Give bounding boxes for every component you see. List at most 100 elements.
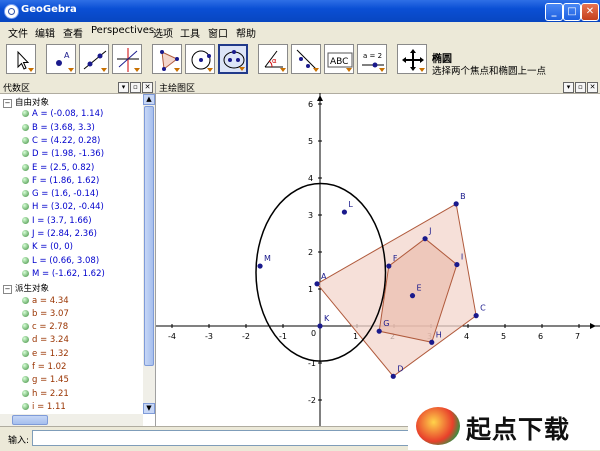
tree-header-dependent[interactable]: − 派生对象: [3, 282, 49, 295]
visible-toggle-icon[interactable]: [22, 323, 29, 331]
dependent-object-item-label: d = 3.24: [32, 335, 69, 346]
graphics-view[interactable]: 主绘图区 ▾ ▫ ✕ -4-3-2-11234567654321-1-20ABC…: [156, 81, 600, 426]
free-object-item[interactable]: E = (2.5, 0.82): [22, 163, 94, 176]
graphics-canvas[interactable]: -4-3-2-11234567654321-1-20ABCDEFGHIJKLM: [156, 93, 600, 426]
free-object-item[interactable]: D = (1.98, -1.36): [22, 149, 104, 162]
menu-help[interactable]: 帮助: [236, 25, 256, 40]
visible-toggle-icon[interactable]: [22, 190, 29, 198]
algebra-vertical-scrollbar[interactable]: ▲ ▼: [143, 94, 155, 414]
panel-close-icon[interactable]: ✕: [142, 82, 153, 93]
move-view-tool-button[interactable]: [397, 44, 427, 74]
point-M: [257, 263, 263, 269]
visible-toggle-icon[interactable]: [22, 216, 29, 224]
tree-header-dependent-label: 派生对象: [15, 284, 50, 295]
collapse-icon[interactable]: −: [3, 99, 12, 108]
graphics-menu-icon[interactable]: ▾: [563, 82, 574, 93]
visible-toggle-icon[interactable]: [22, 123, 29, 131]
dependent-object-item[interactable]: e = 1.32: [22, 349, 69, 362]
input-field[interactable]: [32, 430, 412, 446]
algebra-horizontal-scrollbar[interactable]: [0, 414, 143, 426]
free-object-item[interactable]: F = (1.86, 1.62): [22, 176, 99, 189]
point-C: [473, 313, 479, 319]
menu-window[interactable]: 窗口: [208, 25, 228, 40]
y-tick-label: 4: [308, 174, 313, 183]
menu-tools[interactable]: 工具: [180, 25, 200, 40]
free-object-item[interactable]: G = (1.6, -0.14): [22, 189, 99, 202]
free-object-item-label: I = (3.7, 1.66): [32, 215, 92, 226]
reflect-tool-button[interactable]: [291, 44, 321, 74]
visible-toggle-icon[interactable]: [22, 363, 29, 370]
collapse-icon[interactable]: −: [3, 285, 12, 295]
dependent-object-item[interactable]: h = 2.21: [22, 389, 69, 402]
point-B: [453, 201, 459, 207]
scroll-up-icon[interactable]: ▲: [143, 94, 155, 105]
dependent-object-item[interactable]: f = 1.02: [22, 362, 66, 375]
perpendicular-tool-button[interactable]: [112, 44, 142, 74]
visible-toggle-icon[interactable]: [22, 110, 29, 118]
visible-toggle-icon[interactable]: [22, 243, 29, 251]
tree-header-free[interactable]: − 自由对象: [3, 96, 49, 109]
free-object-item[interactable]: H = (3.02, -0.44): [22, 202, 104, 215]
dependent-object-item[interactable]: c = 2.78: [22, 322, 68, 335]
visible-toggle-icon[interactable]: [22, 269, 29, 277]
tool-help-description: 选择两个焦点和椭圆上一点: [432, 66, 547, 77]
hscroll-thumb[interactable]: [12, 415, 48, 425]
dependent-object-item[interactable]: d = 3.24: [22, 335, 69, 348]
slider-tool-label: a = 2: [363, 52, 382, 60]
graphics-close-icon[interactable]: ✕: [587, 82, 598, 93]
free-object-item[interactable]: I = (3.7, 1.66): [22, 216, 92, 229]
menu-file[interactable]: 文件: [8, 25, 28, 40]
slider-tool-button[interactable]: a = 2: [357, 44, 387, 74]
menu-perspectives[interactable]: Perspectives: [91, 25, 154, 36]
visible-toggle-icon[interactable]: [22, 389, 29, 397]
free-object-item[interactable]: C = (4.22, 0.28): [22, 136, 100, 149]
free-object-item[interactable]: M = (-1.62, 1.62): [22, 269, 105, 282]
dependent-object-item[interactable]: g = 1.45: [22, 375, 69, 388]
scroll-down-icon[interactable]: ▼: [143, 403, 155, 414]
visible-toggle-icon[interactable]: [22, 376, 29, 384]
visible-toggle-icon[interactable]: [22, 176, 29, 184]
visible-toggle-icon[interactable]: [22, 163, 29, 171]
dependent-object-item-label: g = 1.45: [32, 375, 69, 386]
point-label-D: D: [397, 364, 403, 373]
free-object-item-label: J = (2.84, 2.36): [32, 229, 97, 239]
menu-options[interactable]: 选项: [153, 25, 173, 40]
menu-edit[interactable]: 编辑: [35, 25, 55, 40]
visible-toggle-icon[interactable]: [22, 136, 29, 144]
ellipse-tool-button[interactable]: [218, 44, 248, 74]
graphics-detach-icon[interactable]: ▫: [575, 82, 586, 93]
visible-toggle-icon[interactable]: [22, 349, 29, 357]
polygon-tool-button[interactable]: [152, 44, 182, 74]
panel-detach-icon[interactable]: ▫: [130, 82, 141, 93]
dependent-object-item[interactable]: b = 3.07: [22, 309, 69, 322]
y-tick-label: 2: [308, 248, 313, 257]
visible-toggle-icon[interactable]: [22, 402, 29, 410]
free-object-item[interactable]: K = (0, 0): [22, 242, 73, 255]
dependent-object-item[interactable]: a = 4.34: [22, 296, 69, 309]
algebra-view: 代数区 ▾ ▫ ✕ − 自由对象 A = (-0.08, 1.14) B = (3.6…: [0, 81, 156, 426]
move-tool-button[interactable]: [6, 44, 36, 74]
minimize-button[interactable]: _: [545, 3, 563, 21]
visible-toggle-icon[interactable]: [22, 336, 29, 344]
visible-toggle-icon[interactable]: [22, 309, 29, 317]
angle-tool-button[interactable]: α: [258, 44, 288, 74]
panel-menu-icon[interactable]: ▾: [118, 82, 129, 93]
close-button[interactable]: ✕: [581, 3, 599, 21]
free-object-item[interactable]: J = (2.84, 2.36): [22, 229, 97, 242]
visible-toggle-icon[interactable]: [22, 230, 29, 237]
visible-toggle-icon[interactable]: [22, 256, 29, 264]
scroll-thumb[interactable]: [144, 106, 154, 366]
point-tool-button[interactable]: A: [46, 44, 76, 74]
free-object-item[interactable]: B = (3.68, 3.3): [22, 123, 95, 136]
free-object-item[interactable]: L = (0.66, 3.08): [22, 256, 99, 269]
free-object-item[interactable]: A = (-0.08, 1.14): [22, 109, 103, 122]
visible-toggle-icon[interactable]: [22, 150, 29, 158]
maximize-button[interactable]: □: [563, 3, 581, 21]
visible-toggle-icon[interactable]: [22, 296, 29, 304]
visible-toggle-icon[interactable]: [22, 203, 29, 211]
menu-view[interactable]: 查看: [63, 25, 83, 40]
text-tool-button[interactable]: ABC: [324, 44, 354, 74]
dependent-object-item[interactable]: i = 1.11: [22, 402, 66, 414]
line-tool-button[interactable]: [79, 44, 109, 74]
circle-tool-button[interactable]: [185, 44, 215, 74]
